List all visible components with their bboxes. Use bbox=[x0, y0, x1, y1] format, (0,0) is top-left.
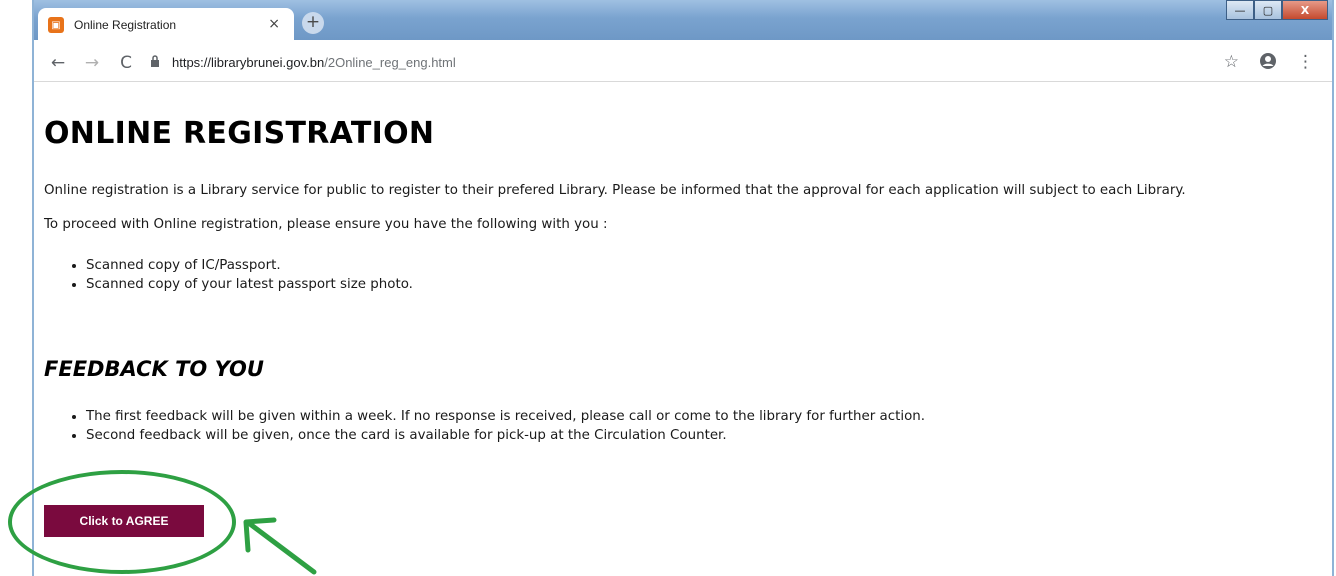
page-title: ONLINE REGISTRATION bbox=[44, 116, 435, 151]
list-item: Second feedback will be given, once the … bbox=[86, 426, 925, 445]
list-item: Scanned copy of your latest passport siz… bbox=[86, 275, 413, 294]
menu-icon[interactable]: ⋮ bbox=[1297, 52, 1314, 75]
window-controls: — ▢ X bbox=[1226, 0, 1328, 20]
browser-tab[interactable]: ▣ Online Registration × bbox=[38, 8, 294, 42]
list-item: The first feedback will be given within … bbox=[86, 407, 925, 426]
maximize-button[interactable]: ▢ bbox=[1254, 0, 1282, 20]
pointer-arrow-icon bbox=[243, 517, 317, 575]
title-bar: ▣ Online Registration × + — ▢ X bbox=[34, 0, 1332, 42]
account-icon[interactable] bbox=[1259, 52, 1277, 75]
list-item: Scanned copy of IC/Passport. bbox=[86, 256, 413, 275]
forward-button[interactable]: → bbox=[82, 53, 102, 73]
star-icon[interactable]: ☆ bbox=[1224, 52, 1239, 75]
site-favicon-icon: ▣ bbox=[48, 17, 64, 33]
tab-close-icon[interactable]: × bbox=[268, 16, 280, 32]
url-path: /2Online_reg_eng.html bbox=[324, 55, 456, 70]
browser-toolbar: ← → C https://librarybrunei.gov.bn /2Onl… bbox=[34, 44, 1332, 82]
minimize-button[interactable]: — bbox=[1226, 0, 1254, 20]
feedback-heading: FEEDBACK TO YOU bbox=[44, 357, 264, 381]
lock-icon bbox=[150, 55, 160, 70]
requirements-list: Scanned copy of IC/Passport. Scanned cop… bbox=[70, 256, 413, 294]
intro-text: Online registration is a Library service… bbox=[44, 183, 1186, 198]
url-domain: https://librarybrunei.gov.bn bbox=[172, 55, 325, 70]
close-button[interactable]: X bbox=[1282, 0, 1328, 20]
reload-button[interactable]: C bbox=[116, 53, 136, 73]
proceed-text: To proceed with Online registration, ple… bbox=[44, 217, 608, 232]
address-bar[interactable]: https://librarybrunei.gov.bn /2Online_re… bbox=[150, 49, 1190, 77]
back-button[interactable]: ← bbox=[48, 53, 68, 73]
browser-window: ▣ Online Registration × + — ▢ X ← → C ht… bbox=[32, 0, 1334, 576]
feedback-list: The first feedback will be given within … bbox=[70, 407, 925, 445]
highlight-ellipse bbox=[8, 470, 236, 574]
tab-title: Online Registration bbox=[74, 18, 177, 32]
page-content: ONLINE REGISTRATION Online registration … bbox=[36, 84, 1332, 576]
new-tab-button[interactable]: + bbox=[302, 12, 324, 34]
